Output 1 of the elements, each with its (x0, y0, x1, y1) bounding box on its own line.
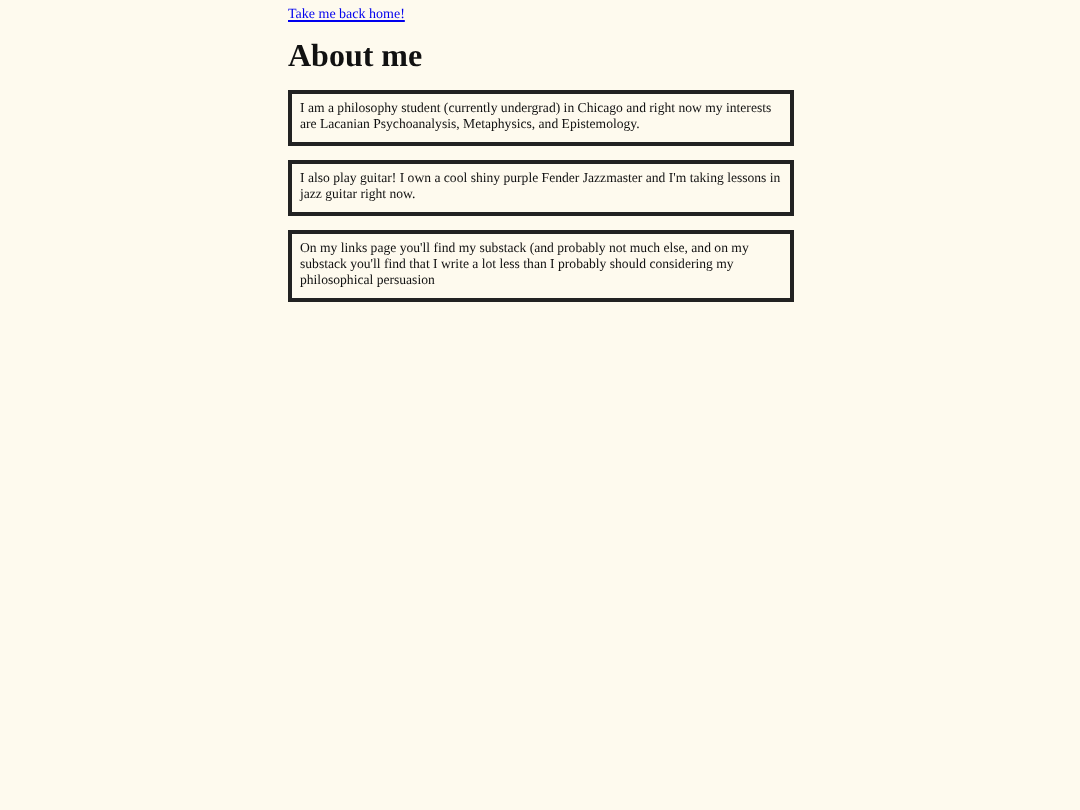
page-heading: About me (288, 38, 423, 78)
